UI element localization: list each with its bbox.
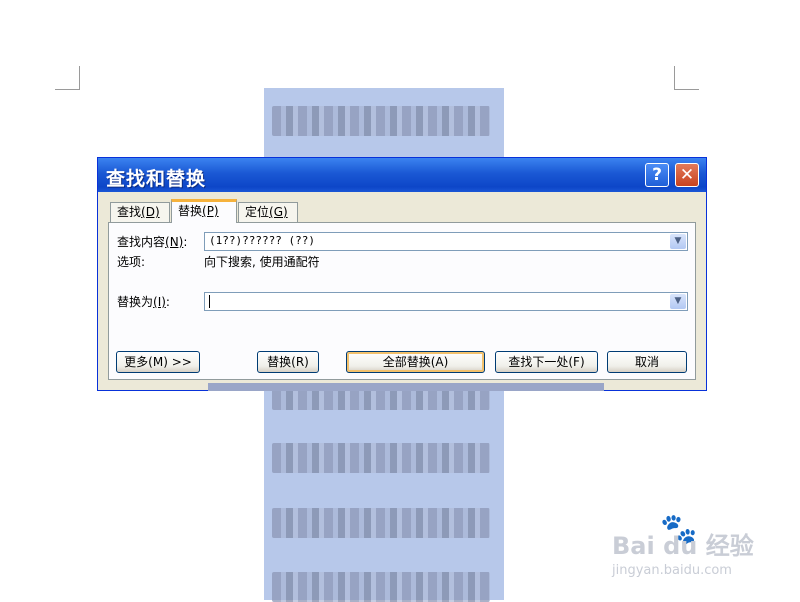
text-caret [209,295,210,308]
find-replace-dialog: 查找和替换 ? ✕ 查找(D) 替换(P) 定位(G) 查找内容(N): (1?… [97,157,707,391]
tab-replace-hotkey: (P) [202,204,219,218]
help-button[interactable]: ? [645,163,669,187]
watermark-brand: Bai du 经验 [612,532,754,560]
blurred-text-line [272,106,490,136]
page-corner-mark [79,66,80,90]
chevron-down-icon[interactable]: ▼ [670,294,686,309]
find-what-label: 查找内容(N): [117,233,187,250]
tab-replace-label: 替换 [178,204,203,218]
tab-find-label: 查找 [117,205,142,219]
more-button[interactable]: 更多(M) >> [116,351,200,373]
replace-all-button[interactable]: 全部替换(A) [346,351,485,373]
page-corner-mark [674,89,699,90]
tab-find[interactable]: 查找(D) [110,202,170,222]
blurred-text-line [272,508,490,538]
page-corner-mark [55,89,80,90]
tab-find-hotkey: (D) [141,205,160,219]
options-value: 向下搜索, 使用通配符 [204,255,320,269]
replace-with-hotkey: (I) [153,295,166,309]
find-what-combobox[interactable]: (1??)?????? (??) ▼ [204,232,688,251]
tab-goto[interactable]: 定位(G) [238,202,298,222]
blurred-text-line [272,443,490,473]
replace-with-label: 替换为(I): [117,293,170,310]
cancel-button[interactable]: 取消 [607,351,687,373]
find-what-colon: : [183,235,188,249]
find-what-text: 查找内容 [117,235,166,249]
replace-with-colon: : [165,295,170,309]
find-what-hotkey: (N) [165,235,184,249]
tab-goto-label: 定位 [245,205,270,219]
dialog-titlebar[interactable]: 查找和替换 ? ✕ [98,158,706,192]
page-corner-mark [674,66,675,90]
replace-button[interactable]: 替换(R) [257,351,319,373]
replace-with-combobox[interactable]: ▼ [204,292,688,311]
replace-with-text: 替换为 [117,295,154,309]
chevron-down-icon[interactable]: ▼ [670,234,686,249]
tab-goto-hotkey: (G) [269,205,288,219]
find-what-value: (1??)?????? (??) [209,234,315,247]
selection-edge-strip [208,383,604,391]
close-button[interactable]: ✕ [675,163,699,187]
find-next-button[interactable]: 查找下一处(F) [495,351,598,373]
dialog-title: 查找和替换 [106,168,207,190]
blurred-text-line [272,572,490,602]
watermark-url: jingyan.baidu.com [612,563,732,578]
options-label: 选项: [117,255,146,269]
tab-replace[interactable]: 替换(P) [171,199,237,223]
